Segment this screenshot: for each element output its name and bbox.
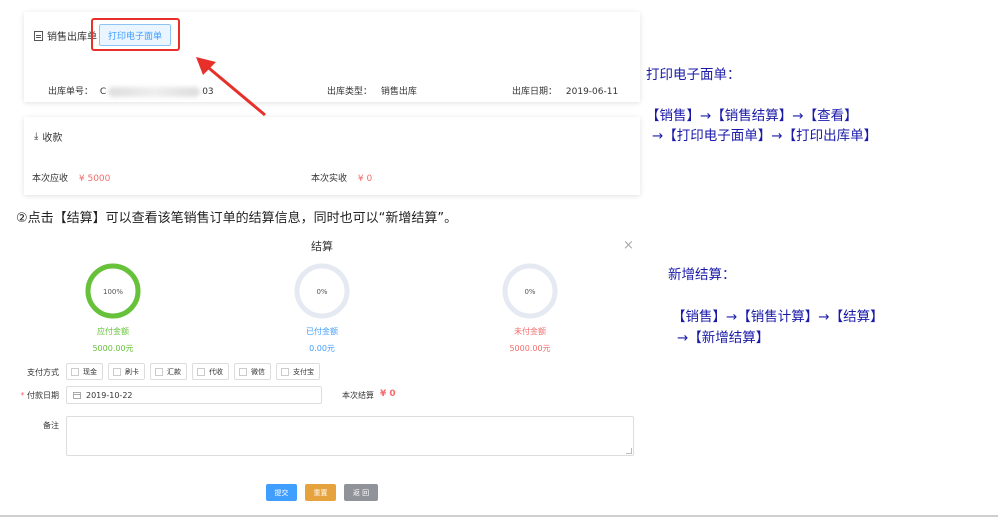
pay-option-cash[interactable]: 现金: [66, 363, 103, 380]
pay-date-label-text: 付款日期: [27, 391, 59, 400]
calendar-icon: [73, 391, 81, 399]
pay-option-label: 现金: [83, 367, 97, 376]
pay-date-value: 2019-10-22: [86, 390, 133, 400]
pay-option-label: 刷卡: [125, 367, 139, 376]
note-add-path-2: →【新增结算】: [677, 330, 770, 346]
pay-option-label: 汇款: [167, 367, 181, 376]
actual-label: 本次实收: [311, 174, 348, 184]
remark-textarea[interactable]: [66, 416, 634, 456]
note-add-path-1: 【销售】→【销售计算】→【结算】: [672, 309, 884, 325]
ring-paid-chart: 0%: [294, 263, 350, 319]
settle-value: ¥ 0: [380, 389, 396, 399]
ring-unpaid: 0% 未付金额 5000.00元: [470, 262, 590, 354]
ring-value: 5000.00元: [509, 344, 551, 353]
ring-payable: 100% 应付金额 5000.00元: [53, 262, 173, 354]
checkbox-icon: [281, 367, 289, 376]
ring-label: 未付金额: [514, 327, 546, 336]
collection-header: ⤓ 收款: [34, 129, 62, 144]
remark-label: 备注: [43, 421, 59, 430]
pay-option-label: 代收: [209, 367, 223, 376]
due-amount: 本次应收 ¥ 5000: [32, 171, 110, 184]
reset-button[interactable]: 重置: [305, 484, 336, 501]
submit-button[interactable]: 提交: [266, 484, 297, 501]
ring-label: 已付金额: [306, 327, 338, 336]
bottom-divider: [0, 515, 998, 517]
note-print-path-2: →【打印电子面单】→【打印出库单】: [652, 128, 878, 144]
ring-percent: 100%: [103, 288, 123, 296]
pay-option-alipay[interactable]: 支付宝: [276, 363, 320, 380]
checkbox-icon: [197, 367, 205, 376]
pay-option-remit[interactable]: 汇款: [150, 363, 187, 380]
pay-method-label: 支付方式: [27, 368, 59, 377]
actual-amount: 本次实收 ¥ 0: [311, 171, 372, 184]
ring-percent: 0%: [316, 288, 327, 296]
collection-title: 收款: [42, 133, 63, 144]
pay-option-collect[interactable]: 代收: [192, 363, 229, 380]
due-label: 本次应收: [32, 174, 69, 184]
actual-value: ¥ 0: [357, 174, 373, 184]
note-add-title: 新增结算：: [668, 267, 736, 283]
ring-unpaid-chart: 0%: [502, 263, 558, 319]
back-button[interactable]: 返 回: [344, 484, 378, 501]
instruction-text: ②点击【结算】可以查看该笔销售订单的结算信息，同时也可以“新增结算”。: [16, 211, 458, 226]
download-icon: ⤓: [34, 131, 39, 142]
close-icon[interactable]: ×: [623, 238, 634, 253]
arrow-shaft: [203, 62, 266, 117]
note-print-title: 打印电子面单：: [646, 67, 741, 83]
pay-date-input[interactable]: 2019-10-22: [66, 386, 322, 404]
pay-date-label: * 付款日期: [9, 390, 59, 401]
settle-label: 本次结算: [342, 391, 374, 400]
pay-option-label: 支付宝: [293, 367, 314, 376]
ring-percent: 0%: [524, 288, 535, 296]
checkbox-icon: [155, 367, 163, 376]
pay-option-card[interactable]: 刷卡: [108, 363, 145, 380]
due-value: ¥ 5000: [78, 174, 111, 184]
note-print-path-1: 【销售】→【销售结算】→【查看】: [646, 108, 858, 124]
pay-option-wechat[interactable]: 微信: [234, 363, 271, 380]
ring-value: 5000.00元: [92, 344, 134, 353]
checkbox-icon: [71, 367, 79, 376]
checkbox-icon: [239, 367, 247, 376]
ring-payable-chart: 100%: [85, 263, 141, 319]
checkbox-icon: [113, 367, 121, 376]
dialog-title: 结算: [311, 240, 333, 253]
ring-label: 应付金额: [97, 327, 129, 336]
pay-option-label: 微信: [251, 367, 265, 376]
ring-value: 0.00元: [309, 344, 335, 353]
ring-paid: 0% 已付金额 0.00元: [262, 262, 382, 354]
collection-card: ⤓ 收款 本次应收 ¥ 5000 本次实收 ¥ 0: [24, 117, 640, 195]
required-mark: *: [20, 391, 25, 400]
